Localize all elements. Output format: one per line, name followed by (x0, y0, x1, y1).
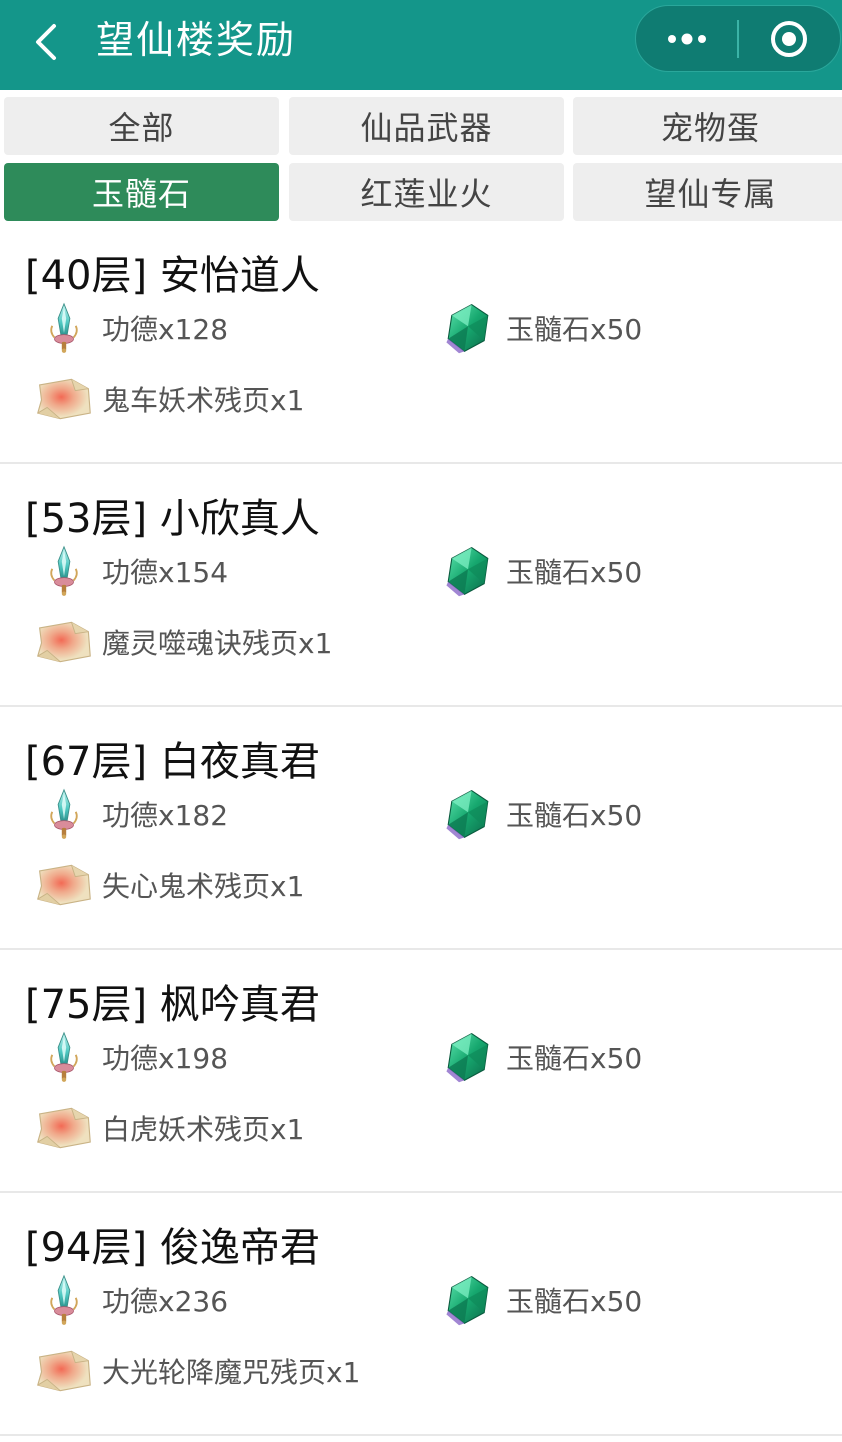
tab-jade-stone[interactable]: 玉髓石 (4, 163, 279, 221)
mini-program-capsule (635, 5, 841, 72)
reward-label: 大光轮降魔咒残页x1 (102, 1356, 361, 1389)
reward-label: 玉髓石x50 (506, 799, 643, 832)
reward-item: 魔灵噬魂诀残页x1 (34, 612, 332, 672)
reward-section: [75层] 枫吟真君 功德x198 玉髓石x50 白虎妖术残页x1 (0, 950, 842, 1193)
jade-stone-icon (438, 1270, 498, 1330)
scroll-page-icon (34, 369, 94, 429)
jade-stone-icon (438, 298, 498, 358)
reward-item: 玉髓石x50 (438, 1270, 642, 1330)
reward-label: 玉髓石x50 (506, 313, 643, 346)
tab-wangxian-exclusive[interactable]: 望仙专属 (573, 163, 842, 221)
jade-stone-icon (438, 784, 498, 844)
scroll-page-icon (34, 1341, 94, 1401)
reward-section: [53层] 小欣真人 功德x154 玉髓石x50 魔灵噬魂诀残页x1 (0, 464, 842, 707)
reward-item: 功德x236 (34, 1270, 228, 1330)
reward-item: 功德x198 (34, 1027, 228, 1087)
reward-item: 功德x182 (34, 784, 228, 844)
reward-label: 玉髓石x50 (506, 1285, 643, 1318)
reward-label: 功德x182 (102, 799, 229, 832)
reward-item: 失心鬼术残页x1 (34, 855, 304, 915)
section-title: [75层] 枫吟真君 (25, 982, 320, 1028)
reward-item: 玉髓石x50 (438, 784, 642, 844)
scroll-page-icon (34, 1098, 94, 1158)
section-title: [53层] 小欣真人 (25, 496, 320, 542)
more-dots-icon (667, 33, 706, 44)
jade-stone-icon (438, 1027, 498, 1087)
jade-stone-icon (438, 541, 498, 601)
reward-item: 鬼车妖术残页x1 (34, 369, 304, 429)
reward-item: 功德x154 (34, 541, 228, 601)
reward-label: 失心鬼术残页x1 (102, 870, 305, 903)
reward-item: 玉髓石x50 (438, 1027, 642, 1087)
scroll-page-icon (34, 855, 94, 915)
reward-label: 功德x154 (102, 556, 229, 589)
tab-all[interactable]: 全部 (4, 97, 279, 155)
merit-sword-icon (34, 541, 94, 601)
chevron-left-icon (36, 24, 56, 60)
reward-label: 魔灵噬魂诀残页x1 (102, 627, 333, 660)
section-title: [67层] 白夜真君 (25, 739, 320, 785)
target-circle-icon (771, 20, 808, 57)
reward-label: 玉髓石x50 (506, 1042, 643, 1075)
section-title: [94层] 俊逸帝君 (25, 1225, 320, 1271)
section-title: [40层] 安怡道人 (25, 253, 320, 299)
reward-label: 功德x236 (102, 1285, 229, 1318)
reward-item: 功德x128 (34, 298, 228, 358)
reward-label: 功德x128 (102, 313, 229, 346)
reward-label: 玉髓石x50 (506, 556, 643, 589)
reward-section: [40层] 安怡道人 功德x128 玉髓石x50 鬼车妖术残页x1 (0, 221, 842, 464)
tab-weapons[interactable]: 仙品武器 (289, 97, 564, 155)
scroll-page-icon (34, 612, 94, 672)
page-title: 望仙楼奖励 (96, 18, 297, 62)
reward-item: 玉髓石x50 (438, 298, 642, 358)
reward-label: 功德x198 (102, 1042, 229, 1075)
reward-section: [67层] 白夜真君 功德x182 玉髓石x50 失心鬼术残页x1 (0, 707, 842, 950)
merit-sword-icon (34, 784, 94, 844)
reward-label: 鬼车妖术残页x1 (102, 384, 305, 417)
merit-sword-icon (34, 1270, 94, 1330)
merit-sword-icon (34, 298, 94, 358)
close-button[interactable] (739, 6, 840, 71)
tab-red-lotus-fire[interactable]: 红莲业火 (289, 163, 564, 221)
reward-item: 大光轮降魔咒残页x1 (34, 1341, 360, 1401)
reward-section: [94层] 俊逸帝君 功德x236 玉髓石x50 大光轮降魔咒残页x1 (0, 1193, 842, 1436)
reward-label: 白虎妖术残页x1 (102, 1113, 305, 1146)
nav-header: 望仙楼奖励 (0, 0, 842, 90)
back-button[interactable] (22, 17, 72, 67)
merit-sword-icon (34, 1027, 94, 1087)
reward-item: 白虎妖术残页x1 (34, 1098, 304, 1158)
more-button[interactable] (636, 6, 737, 71)
tab-pet-egg[interactable]: 宠物蛋 (573, 97, 842, 155)
reward-item: 玉髓石x50 (438, 541, 642, 601)
